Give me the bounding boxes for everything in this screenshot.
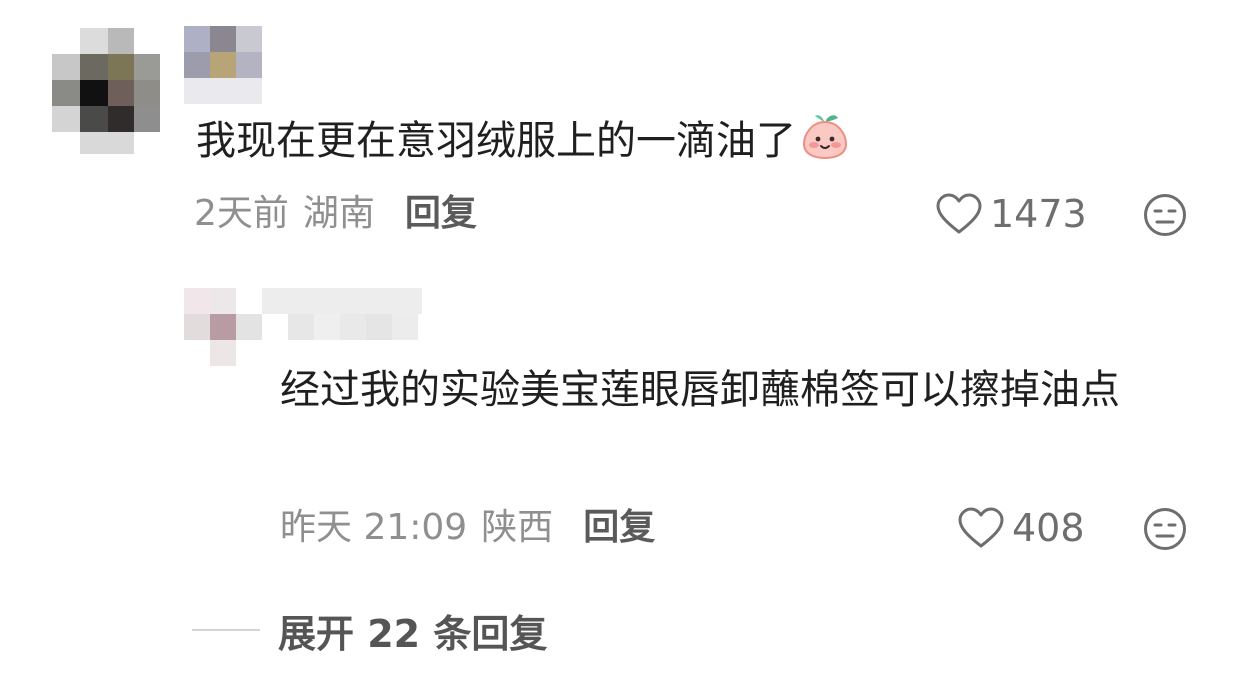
- like-count: 1473: [990, 192, 1087, 236]
- comment-time: 2天前: [194, 193, 289, 234]
- divider: [192, 629, 260, 631]
- reply-dislike-button[interactable]: [1142, 506, 1188, 552]
- expand-replies-label: 展开 22 条回复: [278, 611, 548, 656]
- comment-text: 我现在更在意羽绒服上的一滴油了: [196, 112, 850, 167]
- peach-face-emoji-icon: [800, 112, 850, 160]
- reply-like-button[interactable]: 408: [956, 506, 1085, 550]
- heart-icon: [958, 507, 1004, 548]
- comment-location: 湖南: [302, 193, 375, 234]
- reply-like-count: 408: [1012, 506, 1085, 550]
- reply-reply-button[interactable]: 回复: [583, 507, 655, 548]
- reply-time: 昨天 21:09: [280, 507, 468, 548]
- reply-button[interactable]: 回复: [405, 193, 477, 234]
- reply-username[interactable]: [262, 288, 422, 340]
- reply-meta: 昨天 21:09 陕西 回复: [280, 506, 655, 550]
- dislike-button[interactable]: [1142, 192, 1188, 238]
- unamused-face-icon: [1144, 194, 1186, 236]
- heart-icon: [936, 193, 982, 234]
- reply-text: 经过我的实验美宝莲眼唇卸蘸棉签可以擦掉油点: [280, 367, 1120, 413]
- comment-meta: 2天前 湖南 回复: [194, 192, 477, 236]
- like-button[interactable]: 1473: [934, 192, 1087, 236]
- reply-avatar[interactable]: [184, 288, 262, 368]
- avatar[interactable]: [40, 20, 180, 160]
- unamused-face-icon: [1144, 508, 1186, 550]
- comment-text-content: 我现在更在意羽绒服上的一滴油了: [196, 118, 796, 164]
- expand-replies-button[interactable]: 展开 22 条回复: [192, 606, 547, 656]
- username[interactable]: [184, 26, 268, 106]
- reply-location: 陕西: [481, 507, 554, 548]
- comment-thread: 我现在更在意羽绒服上的一滴油了 2天前 湖南 回复 1473 经过我的实验美宝莲…: [0, 0, 1260, 686]
